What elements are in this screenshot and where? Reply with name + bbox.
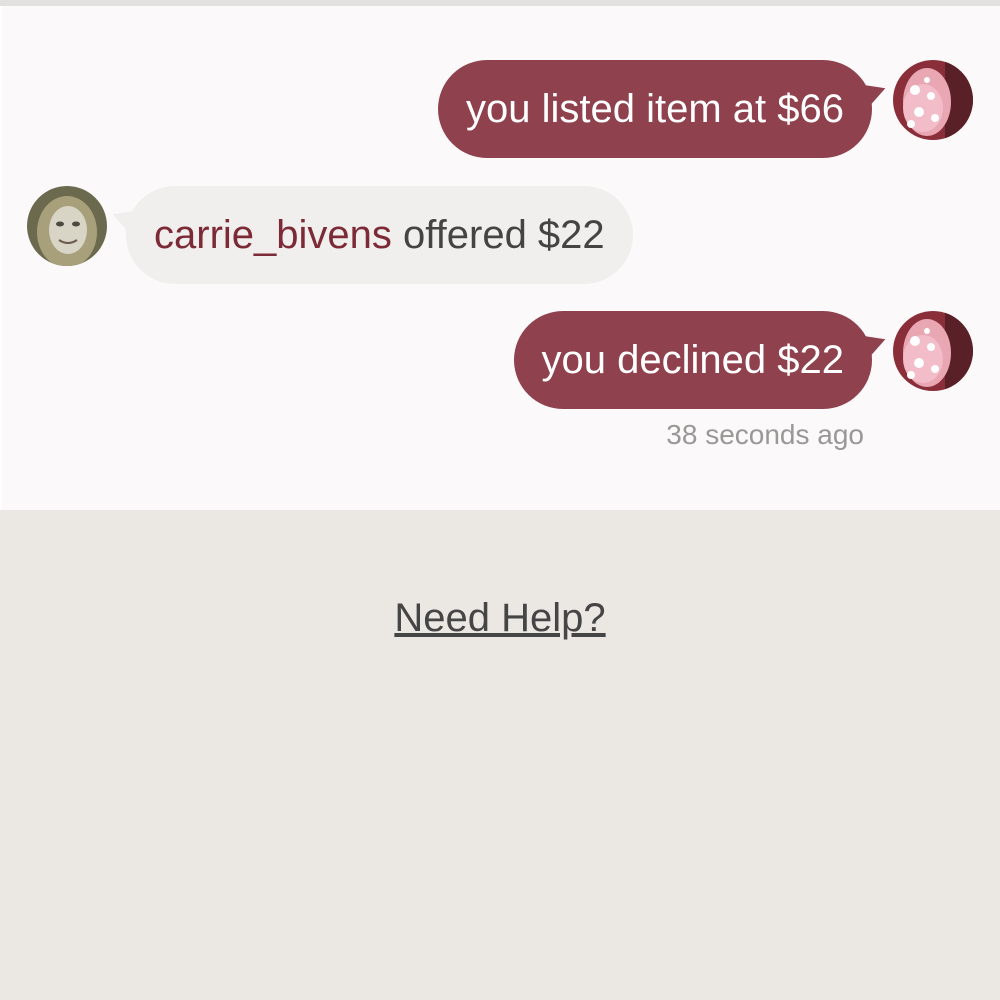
message-text: you listed item at $66	[466, 87, 844, 131]
pink-polka-dot-avatar[interactable]	[893, 311, 973, 391]
help-section	[0, 510, 1000, 1000]
username-link[interactable]: carrie_bivens	[154, 213, 392, 257]
need-help-link[interactable]: Need Help?	[0, 596, 1000, 641]
message-bubble-self: you declined $22	[513, 311, 872, 409]
message-bubble-self: you listed item at $66	[438, 60, 872, 158]
message-timestamp: 38 seconds ago	[666, 419, 864, 450]
pink-polka-dot-avatar[interactable]	[893, 60, 973, 140]
message-bubble-other: carrie_bivens offered $22	[126, 186, 633, 284]
message-text: you declined $22	[541, 338, 844, 382]
user-photo-avatar[interactable]	[27, 186, 107, 266]
message-text: offered $22	[391, 213, 605, 257]
